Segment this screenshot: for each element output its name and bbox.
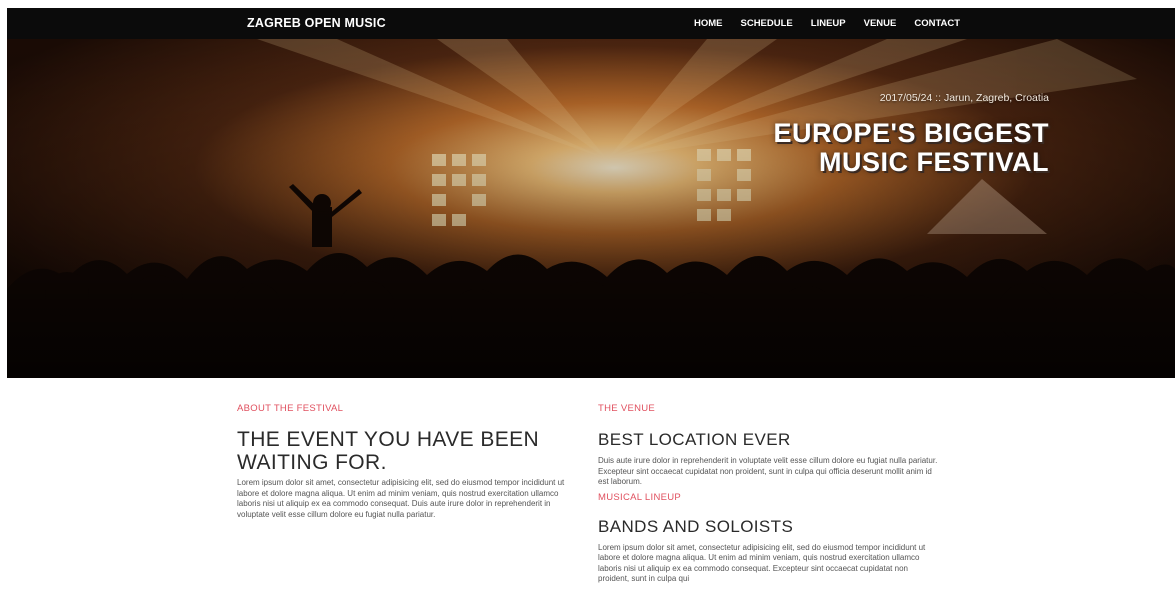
lineup-kicker: MUSICAL LINEUP bbox=[598, 491, 682, 503]
site-brand[interactable]: ZAGREB OPEN MUSIC bbox=[247, 16, 386, 30]
top-navbar: ZAGREB OPEN MUSIC HOME SCHEDULE LINEUP V… bbox=[7, 8, 1175, 39]
about-heading-line-1: THE EVENT YOU HAVE BEEN bbox=[237, 428, 540, 451]
hero-title-line-2: MUSIC FESTIVAL bbox=[818, 147, 1049, 177]
concert-crowd-image bbox=[7, 39, 1175, 378]
about-section: ABOUT THE FESTIVAL THE EVENT YOU HAVE BE… bbox=[237, 403, 577, 520]
about-heading: THE EVENT YOU HAVE BEEN WAITING FOR. bbox=[237, 428, 577, 474]
nav-venue-link[interactable]: VENUE bbox=[864, 18, 897, 29]
nav-home-link[interactable]: HOME bbox=[694, 18, 723, 29]
main-menu: HOME SCHEDULE LINEUP VENUE CONTACT bbox=[694, 18, 960, 29]
about-text: Lorem ipsum dolor sit amet, consectetur … bbox=[237, 478, 565, 519]
venue-text: Duis aute irure dolor in reprehenderit i… bbox=[598, 456, 938, 486]
nav-contact-link[interactable]: CONTACT bbox=[914, 18, 960, 29]
venue-kicker: THE VENUE bbox=[598, 403, 656, 414]
nav-lineup-link[interactable]: LINEUP bbox=[811, 18, 846, 29]
hero-banner: 2017/05/24 :: Jarun, Zagreb, Croatia EUR… bbox=[7, 39, 1175, 378]
lineup-heading: BANDS AND SOLOISTS bbox=[598, 516, 794, 536]
nav-schedule-link[interactable]: SCHEDULE bbox=[741, 18, 793, 29]
about-kicker: ABOUT THE FESTIVAL bbox=[237, 403, 344, 414]
venue-lineup-section: THE VENUE BEST LOCATION EVER Duis aute i… bbox=[598, 403, 938, 585]
hero-title: EUROPE'S BIGGEST MUSIC FESTIVAL bbox=[774, 119, 1049, 177]
hero-title-line-1: EUROPE'S BIGGEST bbox=[773, 118, 1049, 148]
lineup-text: Lorem ipsum dolor sit amet, consectetur … bbox=[598, 542, 926, 584]
about-heading-line-2: WAITING FOR. bbox=[237, 451, 387, 474]
venue-heading: BEST LOCATION EVER bbox=[598, 430, 791, 449]
event-date-location: 2017/05/24 :: Jarun, Zagreb, Croatia bbox=[879, 92, 1049, 104]
